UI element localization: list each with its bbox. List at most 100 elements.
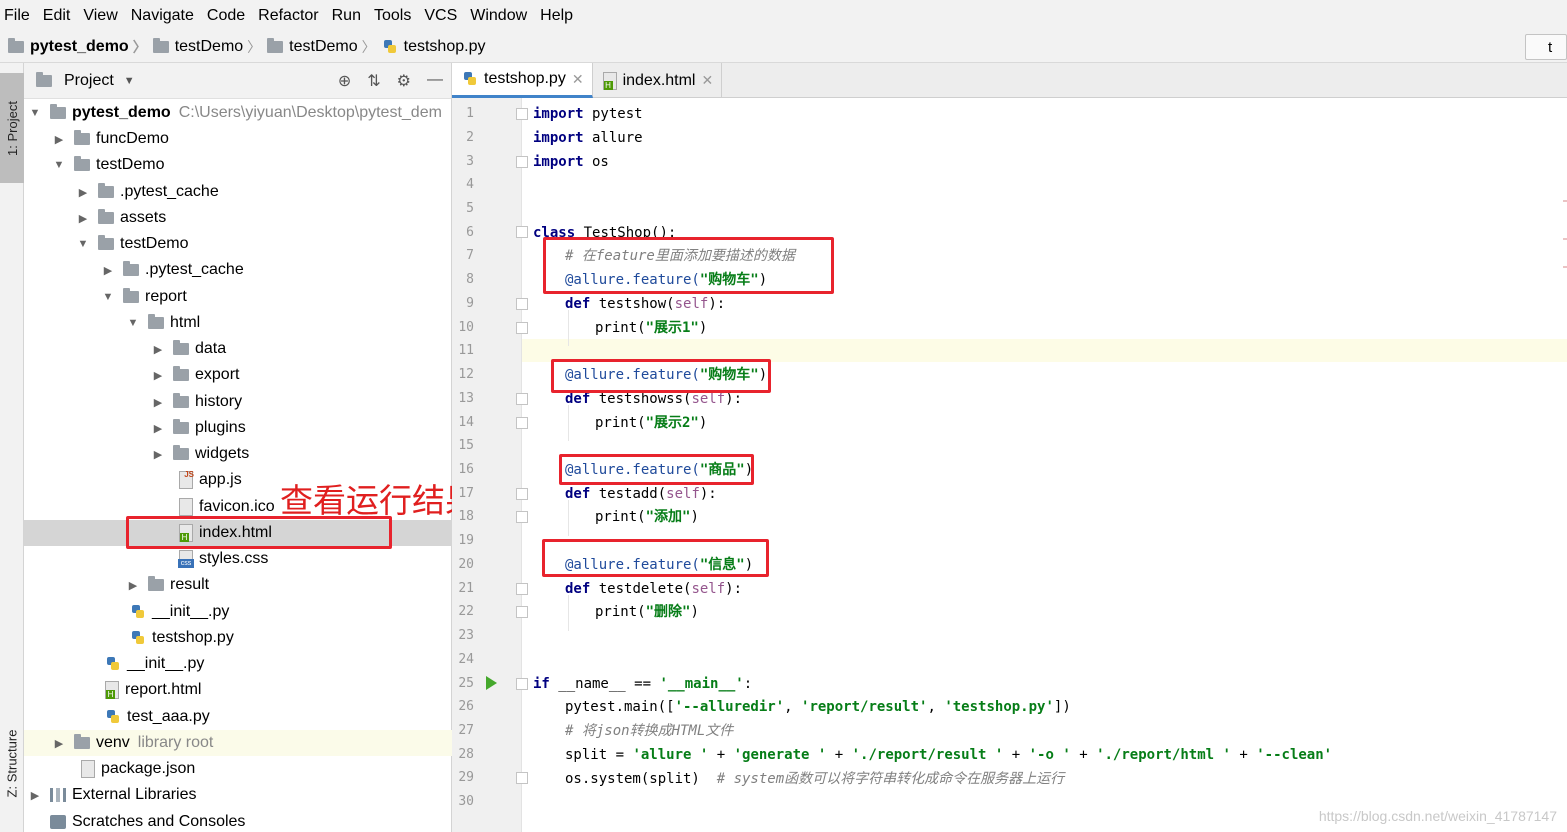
self-param: self — [666, 486, 700, 502]
fold-marker-icon[interactable] — [516, 393, 528, 405]
menu-refactor[interactable]: Refactor — [258, 7, 318, 25]
code-text: split = — [565, 747, 633, 763]
tree-item-venv[interactable]: ▶ venv library root — [24, 730, 452, 756]
chevron-right-icon[interactable]: ▶ — [151, 396, 165, 409]
breadcrumb-testdemo[interactable]: testDemo 〉 — [152, 37, 267, 57]
keyword: import — [533, 154, 584, 170]
locate-icon[interactable]: ⊕ — [338, 71, 351, 91]
menu-tools[interactable]: Tools — [374, 7, 411, 25]
tree-item-package-json[interactable]: package.json — [24, 756, 452, 782]
run-icon[interactable] — [486, 676, 497, 690]
tree-item-pytest-cache[interactable]: ▶ .pytest_cache — [24, 179, 452, 205]
chevron-down-icon[interactable]: ▼ — [52, 159, 66, 171]
menu-help[interactable]: Help — [540, 7, 573, 25]
chevron-down-icon[interactable]: ▼ — [126, 317, 140, 329]
code-text: ): — [708, 296, 726, 312]
tab-testshop-py[interactable]: testshop.py ✕ — [452, 63, 593, 98]
chevron-down-icon[interactable]: ▼ — [76, 238, 90, 250]
fold-marker-icon[interactable] — [516, 772, 528, 784]
tree-item-result[interactable]: ▶ result — [24, 572, 452, 598]
caret-down-icon[interactable]: ▼ — [124, 75, 135, 87]
chevron-right-icon[interactable]: ▶ — [151, 422, 165, 435]
fold-marker-icon[interactable] — [516, 322, 528, 334]
fold-marker-icon[interactable] — [516, 606, 528, 618]
chevron-right-icon[interactable]: ▶ — [76, 212, 90, 225]
tree-item-pytest-cache-inner[interactable]: ▶ .pytest_cache — [24, 257, 452, 283]
project-tool-tab[interactable]: 1: Project — [0, 73, 24, 183]
menu-run[interactable]: Run — [332, 7, 361, 25]
chevron-right-icon[interactable]: ▶ — [101, 264, 115, 277]
menu-edit[interactable]: Edit — [43, 7, 71, 25]
tab-index-html[interactable]: index.html ✕ — [593, 63, 723, 98]
fold-marker-icon[interactable] — [516, 156, 528, 168]
gear-icon[interactable]: ⚙ — [397, 71, 411, 91]
chevron-right-icon[interactable]: ▶ — [151, 343, 165, 356]
tree-item-styles-css[interactable]: styles.css — [24, 546, 452, 572]
menu-window[interactable]: Window — [470, 7, 527, 25]
fold-marker-icon[interactable] — [516, 417, 528, 429]
tree-item-html[interactable]: ▼ html — [24, 310, 452, 336]
menu-file[interactable]: File — [4, 7, 30, 25]
fold-marker-icon[interactable] — [516, 488, 528, 500]
chevron-down-icon[interactable]: ▼ — [101, 291, 115, 303]
tree-item-funcdemo[interactable]: ▶ funcDemo — [24, 126, 452, 152]
line-number: 26 — [458, 699, 474, 714]
fold-marker-icon[interactable] — [516, 511, 528, 523]
structure-tool-tab[interactable]: Z: Structure — [0, 703, 24, 823]
breadcrumb-testdemo-inner[interactable]: testDemo 〉 — [267, 37, 381, 57]
tree-item-testshop-py[interactable]: testshop.py — [24, 625, 452, 651]
chevron-right-icon[interactable]: ▶ — [151, 369, 165, 382]
menu-code[interactable]: Code — [207, 7, 245, 25]
tree-item-external-libraries[interactable]: ▶ External Libraries — [24, 782, 452, 808]
tree-item-testdemo-inner[interactable]: ▼ testDemo — [24, 231, 452, 257]
tree-item-plugins[interactable]: ▶ plugins — [24, 415, 452, 441]
tree-item-index-html[interactable]: index.html — [24, 520, 452, 546]
folder-icon — [74, 156, 90, 171]
tree-item-history[interactable]: ▶ history — [24, 389, 452, 415]
tree-item-init-py-outer[interactable]: __init__.py — [24, 651, 452, 677]
collapse-all-icon[interactable]: ⇅ — [367, 71, 380, 91]
fold-marker-icon[interactable] — [516, 298, 528, 310]
minimize-icon[interactable]: — — [427, 71, 443, 91]
close-icon[interactable]: ✕ — [572, 71, 584, 88]
tree-item-scratches[interactable]: Scratches and Consoles — [24, 809, 452, 832]
breadcrumb-project[interactable]: pytest_demo 〉 — [8, 37, 153, 57]
chevron-right-icon[interactable]: ▶ — [126, 579, 140, 592]
tree-item-test-aaa-py[interactable]: test_aaa.py — [24, 704, 452, 730]
chevron-down-icon[interactable]: ▼ — [28, 107, 42, 119]
line-number: 7 — [466, 248, 474, 263]
tree-item-report[interactable]: ▼ report — [24, 284, 452, 310]
fold-marker-icon[interactable] — [516, 108, 528, 120]
tree-item-testdemo[interactable]: ▼ testDemo — [24, 152, 452, 178]
tree-item-export[interactable]: ▶ export — [24, 362, 452, 388]
fold-marker-icon[interactable] — [516, 226, 528, 238]
tree-item-data[interactable]: ▶ data — [24, 336, 452, 362]
code-line-27: # 将json转换成HTML文件 — [565, 723, 734, 739]
chevron-right-icon[interactable]: ▶ — [52, 737, 66, 750]
run-config-selector[interactable]: t — [1525, 34, 1567, 60]
tree-item-report-html[interactable]: report.html — [24, 677, 452, 703]
tree-item-widgets[interactable]: ▶ widgets — [24, 441, 452, 467]
fold-marker-icon[interactable] — [516, 583, 528, 595]
chevron-right-icon[interactable]: ▶ — [28, 789, 42, 802]
tree-item-label: favicon.ico — [199, 498, 275, 515]
code-editor[interactable]: 1 2 3 4 5 6 7 8 9 10 11 12 13 14 15 16 1… — [452, 98, 1567, 832]
tree-item-pytest-demo[interactable]: ▼ pytest_demo C:\Users\yiyuan\Desktop\py… — [24, 100, 452, 126]
chevron-right-icon[interactable]: ▶ — [151, 448, 165, 461]
tree-item-path: C:\Users\yiyuan\Desktop\pytest_dem — [178, 104, 442, 121]
chevron-right-icon[interactable]: ▶ — [76, 186, 90, 199]
menu-vcs[interactable]: VCS — [424, 7, 457, 25]
breadcrumb-label: testshop.py — [403, 37, 486, 55]
menu-view[interactable]: View — [83, 7, 117, 25]
fold-marker-icon[interactable] — [516, 678, 528, 690]
chevron-right-icon[interactable]: ▶ — [52, 133, 66, 146]
menu-navigate[interactable]: Navigate — [131, 7, 194, 25]
project-panel-title[interactable]: Project — [64, 72, 114, 90]
tree-item-assets[interactable]: ▶ assets — [24, 205, 452, 231]
line-number: 12 — [458, 367, 474, 382]
python-file-icon — [105, 656, 121, 672]
tree-item-init-py[interactable]: __init__.py — [24, 599, 452, 625]
breadcrumb-file[interactable]: testshop.py — [382, 37, 486, 56]
tree-item-label: funcDemo — [96, 130, 169, 147]
close-icon[interactable]: ✕ — [701, 72, 713, 89]
